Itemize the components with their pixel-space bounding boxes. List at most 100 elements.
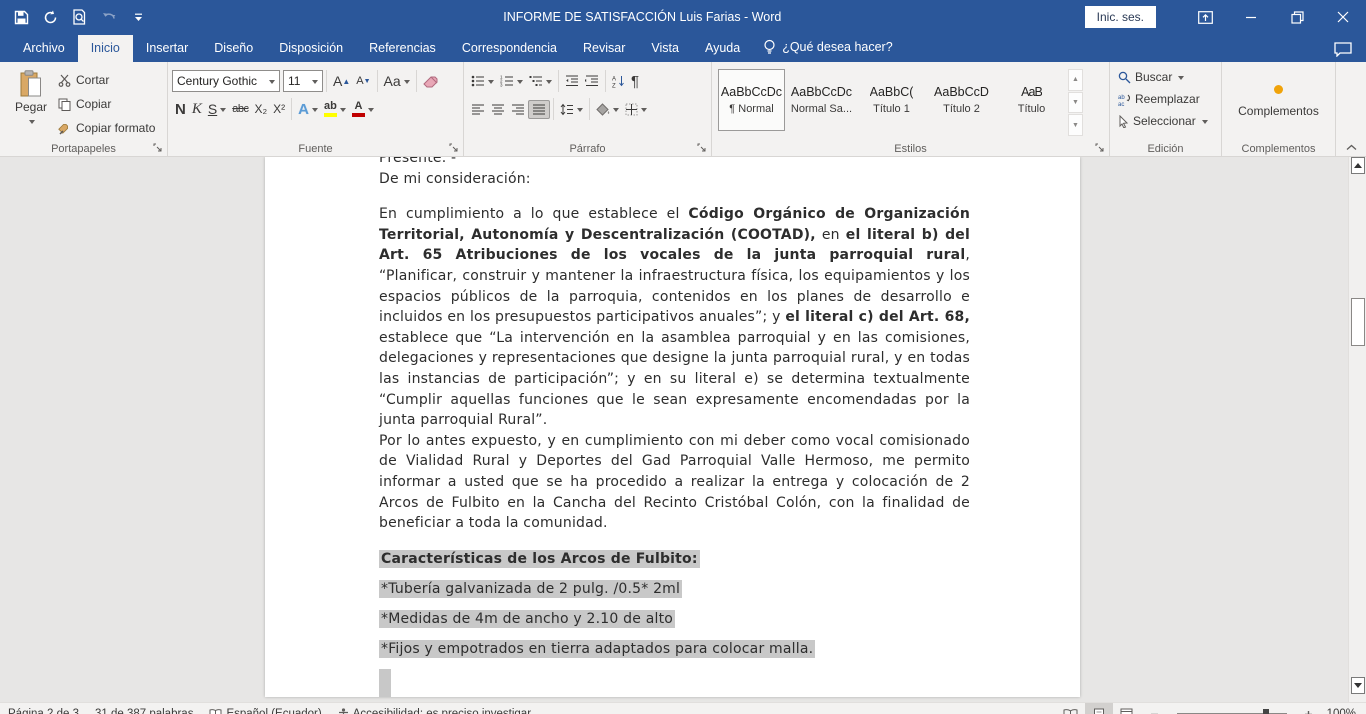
change-case-button[interactable]: Aa [381, 72, 413, 90]
scrollbar-thumb[interactable] [1351, 298, 1365, 346]
highlight-color-button[interactable]: ab [321, 99, 349, 119]
tab-insertar[interactable]: Insertar [133, 35, 201, 62]
borders-button[interactable] [622, 101, 650, 118]
paragraph[interactable]: Por lo antes expuesto, y en cumplimiento… [379, 431, 970, 534]
style-card-title[interactable]: AaB Título [998, 69, 1065, 131]
word-count[interactable]: 31 de 387 palabras [87, 703, 201, 714]
style-card-normal[interactable]: AaBbCcDc ¶ Normal [718, 69, 785, 131]
format-painter-button[interactable]: Copiar formato [58, 118, 155, 138]
strikethrough-button[interactable]: abc [229, 102, 251, 117]
shrink-font-button[interactable]: A▼ [353, 74, 373, 89]
font-name-combo[interactable]: Century Gothic [172, 70, 280, 92]
tab-revisar[interactable]: Revisar [570, 35, 638, 62]
save-icon[interactable] [14, 10, 29, 25]
undo-icon[interactable] [102, 11, 120, 24]
tell-me-box[interactable]: ¿Qué desea hacer? [753, 33, 903, 62]
justify-button[interactable] [528, 100, 550, 119]
selected-paragraph[interactable]: Características de los Arcos de Fulbito: [379, 549, 970, 570]
selected-paragraph[interactable]: *Medidas de 4m de ancho y 2.10 de alto [379, 609, 970, 630]
selected-paragraph[interactable]: *Fijos y empotrados en tierra adaptados … [379, 639, 970, 660]
document-page[interactable]: Presente. -De mi consideración: En cumpli… [265, 157, 1080, 697]
close-icon[interactable] [1320, 0, 1366, 34]
grow-font-button[interactable]: A▲ [330, 72, 353, 90]
decrease-indent-button[interactable] [562, 73, 582, 89]
align-left-button[interactable] [468, 101, 488, 118]
style-label: ¶ Normal [729, 103, 773, 115]
style-card-heading1[interactable]: AaBbC( Título 1 [858, 69, 925, 131]
scroll-up-icon[interactable] [1351, 157, 1365, 174]
paragraph[interactable]: Presente. - [379, 157, 970, 169]
cut-button[interactable]: Cortar [58, 70, 155, 90]
repeat-icon[interactable] [43, 10, 58, 25]
align-center-button[interactable] [488, 101, 508, 118]
increase-indent-button[interactable] [582, 73, 602, 89]
sort-button[interactable]: AZ [609, 73, 628, 90]
italic-button[interactable]: K [189, 100, 205, 119]
zoom-out-icon[interactable] [1141, 703, 1169, 714]
shading-button[interactable] [593, 101, 622, 118]
paragraph-dialog-launcher-icon[interactable] [697, 143, 708, 154]
paste-button[interactable]: Pegar [4, 66, 58, 139]
addins-button[interactable]: Complementos [1226, 66, 1331, 136]
line-spacing-button[interactable] [557, 101, 586, 118]
style-card-no-spacing[interactable]: AaBbCcDc Normal Sa... [788, 69, 855, 131]
tab-disposicion[interactable]: Disposición [266, 35, 356, 62]
bold-button[interactable]: N [172, 100, 189, 119]
tab-ayuda[interactable]: Ayuda [692, 35, 753, 62]
font-dialog-launcher-icon[interactable] [449, 143, 460, 154]
scroll-down-icon[interactable] [1351, 677, 1365, 694]
clear-formatting-button[interactable] [420, 72, 441, 90]
collapse-ribbon-icon[interactable] [1342, 140, 1360, 154]
tab-diseno[interactable]: Diseño [201, 35, 266, 62]
comments-icon[interactable] [1328, 37, 1358, 62]
accessibility-indicator[interactable]: Accesibilidad: es preciso investigar [330, 703, 539, 714]
document-canvas[interactable]: Presente. -De mi consideración: En cumpli… [0, 157, 1348, 702]
clipboard-dialog-launcher-icon[interactable] [153, 143, 164, 154]
ribbon-display-options-icon[interactable] [1182, 0, 1228, 34]
selected-paragraph[interactable]: *Tubería galvanizada de 2 pulg. /0.5* 2m… [379, 579, 970, 600]
superscript-button[interactable]: X² [270, 101, 288, 117]
page-indicator[interactable]: Página 2 de 3 [0, 703, 87, 714]
subscript-button[interactable]: X₂ [251, 101, 270, 117]
text-effects-button[interactable]: A [295, 100, 321, 119]
tab-archivo[interactable]: Archivo [10, 35, 78, 62]
font-color-button[interactable]: A [349, 99, 377, 119]
customize-qat-icon[interactable] [134, 13, 143, 22]
tab-inicio[interactable]: Inicio [78, 35, 133, 62]
selected-paragraph[interactable] [379, 669, 970, 697]
styles-scroll-down-icon[interactable]: ▼ [1068, 92, 1083, 114]
find-button[interactable]: Buscar [1114, 66, 1217, 88]
vertical-scrollbar[interactable] [1348, 157, 1366, 702]
styles-scroll-up-icon[interactable]: ▲ [1068, 69, 1083, 91]
restore-icon[interactable] [1274, 0, 1320, 34]
copy-button[interactable]: Copiar [58, 94, 155, 114]
show-hide-pilcrow-button[interactable]: ¶ [628, 72, 642, 91]
select-button[interactable]: Seleccionar [1114, 110, 1217, 132]
print-layout-icon[interactable] [1085, 703, 1113, 714]
zoom-level[interactable]: 100% [1323, 708, 1366, 714]
numbering-button[interactable]: 123 [497, 73, 526, 89]
style-card-heading2[interactable]: AaBbCcD Título 2 [928, 69, 995, 131]
tab-vista[interactable]: Vista [638, 35, 692, 62]
paragraph[interactable]: En cumplimiento a lo que establece el Có… [379, 204, 970, 431]
language-indicator[interactable]: Español (Ecuador) [201, 703, 329, 714]
print-preview-icon[interactable] [72, 9, 88, 25]
zoom-slider-handle[interactable] [1263, 709, 1269, 714]
group-paragraph: 123 AZ ¶ [464, 62, 712, 157]
replace-button[interactable]: abac Reemplazar [1114, 88, 1217, 110]
read-mode-icon[interactable] [1057, 703, 1085, 714]
underline-button[interactable]: S [205, 100, 229, 118]
tab-correspondencia[interactable]: Correspondencia [449, 35, 570, 62]
align-right-button[interactable] [508, 101, 528, 118]
styles-gallery-more-icon[interactable]: ▼ [1068, 114, 1083, 136]
minimize-icon[interactable] [1228, 0, 1274, 34]
paragraph[interactable]: De mi consideración: [379, 169, 970, 190]
styles-dialog-launcher-icon[interactable] [1095, 143, 1106, 154]
font-size-combo[interactable]: 11 [283, 70, 323, 92]
sign-in-button[interactable]: Inic. ses. [1085, 6, 1156, 28]
bullets-button[interactable] [468, 73, 497, 89]
web-layout-icon[interactable] [1113, 703, 1141, 714]
multilevel-list-button[interactable] [526, 73, 555, 89]
tab-referencias[interactable]: Referencias [356, 35, 449, 62]
zoom-in-icon[interactable] [1295, 703, 1323, 714]
